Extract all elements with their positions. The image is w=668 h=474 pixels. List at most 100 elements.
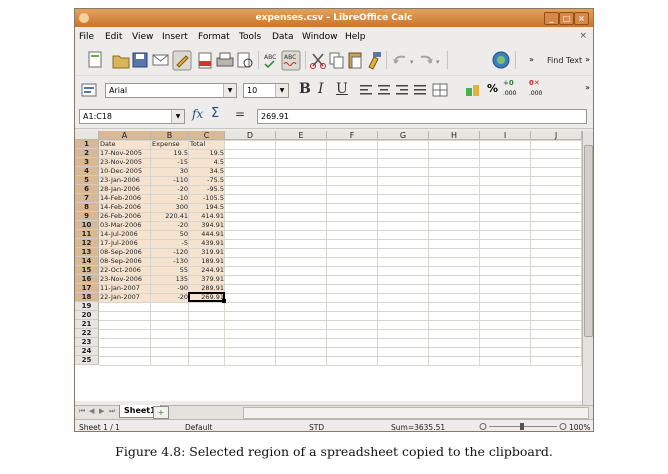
- add-sheet-icon[interactable]: +: [153, 406, 169, 419]
- menu-view[interactable]: View: [132, 32, 153, 42]
- row-header[interactable]: 16: [75, 275, 99, 284]
- table-cell[interactable]: -20: [151, 185, 189, 194]
- row-header[interactable]: 14: [75, 257, 99, 266]
- table-cell[interactable]: 379.91: [189, 275, 225, 284]
- bold-button[interactable]: B: [299, 81, 311, 97]
- menu-edit[interactable]: Edit: [105, 32, 122, 42]
- table-cell[interactable]: 444.91: [189, 230, 225, 239]
- table-cell[interactable]: 34.5: [189, 167, 225, 176]
- row-header[interactable]: 5: [75, 176, 99, 185]
- tab-nav-last-icon[interactable]: ⏭: [109, 407, 115, 416]
- navigator-icon[interactable]: [492, 51, 510, 69]
- menu-tools[interactable]: Tools: [239, 32, 261, 42]
- table-header-cell[interactable]: Expense: [151, 140, 189, 149]
- menu-insert[interactable]: Insert: [162, 32, 188, 42]
- table-cell[interactable]: 55: [151, 266, 189, 275]
- table-cell[interactable]: 08-Sep-2006: [99, 248, 151, 257]
- delete-decimal-button[interactable]: .000: [529, 90, 542, 97]
- zoom-level[interactable]: 100%: [569, 423, 590, 431]
- font-size-box[interactable]: 10 ▼: [243, 83, 289, 98]
- horizontal-scrollbar[interactable]: [243, 407, 589, 419]
- row-header[interactable]: 13: [75, 248, 99, 257]
- column-header[interactable]: F: [327, 131, 378, 140]
- copy-icon[interactable]: [329, 52, 344, 69]
- align-right-icon[interactable]: [396, 85, 408, 95]
- close-document-icon[interactable]: ×: [579, 31, 587, 41]
- column-header[interactable]: D: [225, 131, 276, 140]
- fill-handle[interactable]: [222, 299, 226, 303]
- find-text-field[interactable]: Find Text: [547, 56, 582, 65]
- row-header[interactable]: 19: [75, 302, 99, 311]
- export-pdf-icon[interactable]: [198, 52, 212, 69]
- row-header[interactable]: 23: [75, 338, 99, 347]
- table-cell[interactable]: 19.5: [189, 149, 225, 158]
- table-cell[interactable]: 414.91: [189, 212, 225, 221]
- table-cell[interactable]: 50: [151, 230, 189, 239]
- column-header[interactable]: A: [99, 131, 151, 140]
- percent-format-button[interactable]: %: [487, 82, 498, 95]
- table-cell[interactable]: -120: [151, 248, 189, 257]
- row-header[interactable]: 6: [75, 185, 99, 194]
- table-cell[interactable]: -10: [151, 194, 189, 203]
- name-box[interactable]: A1:C18 ▼: [79, 109, 185, 124]
- align-left-icon[interactable]: [360, 85, 372, 95]
- italic-button[interactable]: I: [318, 81, 324, 97]
- formula-input[interactable]: 269.91: [257, 109, 587, 124]
- menu-help[interactable]: Help: [345, 32, 366, 42]
- cut-icon[interactable]: [310, 53, 326, 69]
- row-header[interactable]: 2: [75, 149, 99, 158]
- new-document-icon[interactable]: [88, 51, 102, 68]
- table-cell[interactable]: 23-Nov-2006: [99, 275, 151, 284]
- column-header[interactable]: C: [189, 131, 225, 140]
- table-cell[interactable]: 14-Feb-2006: [99, 194, 151, 203]
- table-cell[interactable]: 17-Jul-2006: [99, 239, 151, 248]
- toolbar-overflow-icon[interactable]: »: [529, 55, 534, 64]
- table-header-cell[interactable]: Total: [189, 140, 225, 149]
- table-cell[interactable]: -130: [151, 257, 189, 266]
- table-cell[interactable]: 135: [151, 275, 189, 284]
- print-preview-icon[interactable]: [237, 52, 253, 68]
- row-header[interactable]: 21: [75, 320, 99, 329]
- row-header[interactable]: 7: [75, 194, 99, 203]
- zoom-slider[interactable]: [479, 422, 567, 431]
- menu-window[interactable]: Window: [302, 32, 338, 42]
- table-cell[interactable]: 11-Jan-2007: [99, 284, 151, 293]
- table-cell[interactable]: 22-Oct-2006: [99, 266, 151, 275]
- row-header[interactable]: 22: [75, 329, 99, 338]
- column-header[interactable]: E: [276, 131, 327, 140]
- close-window-button[interactable]: ×: [574, 12, 589, 25]
- table-cell[interactable]: 220.41: [151, 212, 189, 221]
- table-cell[interactable]: 28-Jan-2006: [99, 185, 151, 194]
- scrollbar-thumb[interactable]: [584, 145, 593, 337]
- vertical-scrollbar[interactable]: [582, 131, 593, 409]
- row-header[interactable]: 12: [75, 239, 99, 248]
- column-header[interactable]: J: [531, 131, 582, 140]
- tab-nav-next-icon[interactable]: ▶: [99, 407, 104, 415]
- table-cell[interactable]: -75.5: [189, 176, 225, 185]
- table-cell[interactable]: 22-Jan-2007: [99, 293, 151, 302]
- font-name-box[interactable]: Arial ▼: [105, 83, 237, 98]
- save-icon[interactable]: [132, 52, 148, 68]
- chevron-down-icon[interactable]: ▼: [171, 110, 184, 123]
- table-cell[interactable]: -20: [151, 221, 189, 230]
- table-header-cell[interactable]: Date: [99, 140, 151, 149]
- column-header[interactable]: I: [480, 131, 531, 140]
- minimize-button[interactable]: _: [544, 12, 559, 25]
- menu-format[interactable]: Format: [198, 32, 230, 42]
- clone-format-icon[interactable]: [368, 52, 381, 70]
- number-format-currency-icon[interactable]: [465, 81, 483, 99]
- table-cell[interactable]: 300: [151, 203, 189, 212]
- spellcheck-icon[interactable]: ABC: [264, 54, 276, 69]
- table-cell[interactable]: 19.5: [151, 149, 189, 158]
- column-header[interactable]: G: [378, 131, 429, 140]
- page-style[interactable]: Default: [185, 423, 212, 431]
- underline-button[interactable]: U: [336, 81, 348, 97]
- find-toolbar-overflow-icon[interactable]: »: [585, 55, 590, 64]
- row-header[interactable]: 1: [75, 140, 99, 149]
- selection-mode[interactable]: STD: [309, 423, 324, 431]
- table-cell[interactable]: 03-Mar-2006: [99, 221, 151, 230]
- table-cell[interactable]: -110: [151, 176, 189, 185]
- table-cell[interactable]: 23-Jan-2006: [99, 176, 151, 185]
- menu-file[interactable]: File: [79, 32, 94, 42]
- paste-icon[interactable]: [348, 52, 362, 69]
